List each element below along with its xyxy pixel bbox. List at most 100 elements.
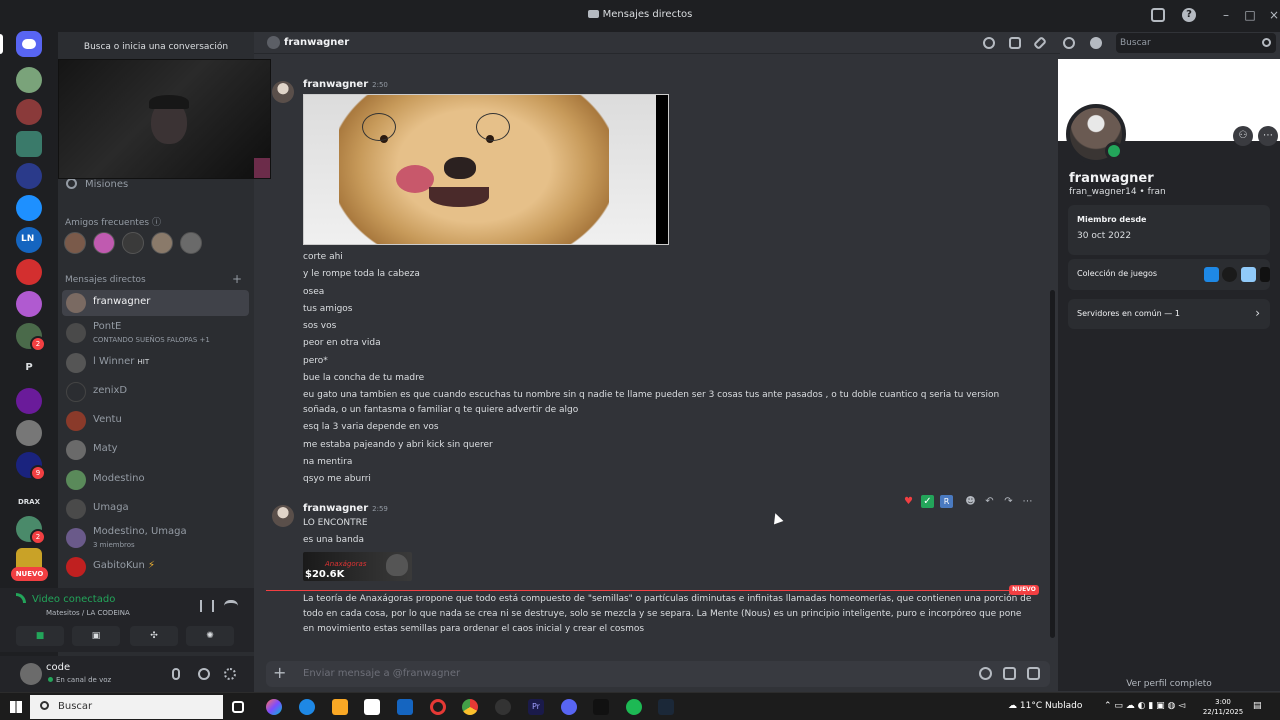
author-name[interactable]: franwagner [303, 503, 368, 514]
frequent-friend-avatar[interactable] [93, 232, 115, 254]
maximize-button[interactable]: □ [1242, 8, 1258, 22]
copilot-icon[interactable] [266, 699, 282, 715]
gift-icon[interactable] [1027, 667, 1040, 680]
voice-call-icon[interactable] [983, 37, 995, 49]
premiere-icon[interactable]: Pr [528, 699, 544, 715]
server-icon[interactable] [16, 259, 42, 285]
server-icon[interactable] [16, 420, 42, 446]
edge-icon[interactable] [299, 699, 315, 715]
screen-share-button[interactable]: ▣ [72, 626, 120, 646]
dm-item-zenixd[interactable]: zenixD [62, 379, 249, 405]
spotify-icon[interactable] [626, 699, 642, 715]
disconnect-icon[interactable] [224, 600, 238, 612]
forward-icon[interactable]: ↷ [1002, 495, 1015, 508]
discord-taskbar-icon[interactable] [561, 699, 577, 715]
new-servers-badge[interactable]: NUEVO [11, 567, 48, 581]
user-name[interactable]: code [46, 662, 70, 673]
mutual-servers-card[interactable]: Servidores en común — 1 › [1068, 299, 1270, 329]
voice-channel[interactable]: Matesitos / LA CODEINA [46, 609, 130, 617]
frequent-friend-avatar[interactable] [180, 232, 202, 254]
dm-item-winner[interactable]: l Winner HIT [62, 350, 249, 376]
profile-toggle-icon[interactable] [1090, 37, 1102, 49]
author-avatar[interactable] [272, 505, 294, 527]
terminal-icon[interactable] [593, 699, 609, 715]
dm-item-group[interactable]: Modestino, Umaga 3 miembros [62, 525, 249, 551]
server-icon[interactable]: 9 [16, 452, 46, 481]
game-icon[interactable] [1241, 267, 1256, 282]
chat-search-input[interactable]: Buscar [1116, 33, 1276, 53]
dm-search-button[interactable]: Busca o inicia una conversación [58, 36, 254, 58]
server-icon[interactable]: LN [16, 227, 42, 253]
taskbar-clock[interactable]: 3:00 22/11/2025 [1201, 697, 1245, 717]
server-icon[interactable] [16, 99, 42, 125]
profile-more-icon[interactable]: ⋯ [1258, 126, 1278, 146]
dm-item-franwagner[interactable]: franwagner [62, 290, 249, 316]
author-avatar[interactable] [272, 81, 294, 103]
discord-home-icon[interactable] [16, 31, 42, 57]
r-reaction-icon[interactable]: R [940, 495, 953, 508]
activities-button[interactable]: ✣ [130, 626, 178, 646]
dm-item-ponte[interactable]: PontE CONTANDO SUEÑOS FALOPAS +1 [62, 320, 249, 346]
close-button[interactable]: × [1266, 8, 1280, 22]
microphone-icon[interactable] [172, 668, 180, 680]
dm-item-gabitokun[interactable]: GabitoKun ⚡ [62, 554, 249, 580]
minimize-button[interactable]: – [1218, 8, 1234, 22]
author-name[interactable]: franwagner [303, 79, 368, 90]
profile-avatar[interactable] [1066, 104, 1126, 164]
server-icon[interactable] [16, 67, 42, 93]
add-friend-icon[interactable]: ⚇ [1233, 126, 1253, 146]
reply-icon[interactable]: ↶ [983, 495, 996, 508]
taskbar-search[interactable]: Buscar [30, 695, 223, 719]
add-friends-icon[interactable] [1063, 37, 1075, 49]
opera-icon[interactable] [430, 699, 446, 715]
server-icon[interactable] [16, 388, 42, 414]
chrome-icon[interactable] [462, 699, 478, 715]
frequent-friend-avatar[interactable] [64, 232, 86, 254]
noise-suppression-icon[interactable] [200, 600, 214, 612]
attach-plus-icon[interactable]: + [273, 663, 286, 682]
task-view-icon[interactable] [232, 701, 244, 713]
dm-item-modestino[interactable]: Modestino [62, 467, 249, 493]
steam-icon[interactable] [658, 699, 674, 715]
tray-icons[interactable]: ⌃ ▭ ☁ ◐ ▮ ▣ ◍ ◅ [1104, 701, 1185, 711]
camera-button[interactable]: ■ [16, 626, 64, 646]
server-icon[interactable] [16, 163, 42, 189]
video-preview[interactable] [58, 59, 271, 179]
pinned-messages-icon[interactable] [1032, 35, 1048, 51]
server-icon[interactable] [16, 195, 42, 221]
game-collection-card[interactable]: Colección de juegos [1068, 259, 1270, 290]
settings-gear-icon[interactable] [224, 668, 236, 680]
server-folder-p[interactable]: P [16, 362, 42, 373]
frequent-friend-avatar[interactable] [122, 232, 144, 254]
server-icon[interactable]: 2 [16, 323, 46, 352]
weather-widget[interactable]: ☁ 11°C Nublado [1008, 701, 1082, 711]
view-full-profile-link[interactable]: Ver perfil completo [1058, 679, 1280, 689]
soundboard-button[interactable]: ✺ [186, 626, 234, 646]
message-composer[interactable]: + Enviar mensaje a @franwagner [266, 661, 1050, 687]
windows-start-icon[interactable] [10, 701, 22, 713]
heart-reaction-icon[interactable]: ♥ [902, 495, 915, 508]
apps-icon[interactable] [1003, 667, 1016, 680]
game-icon[interactable] [1204, 267, 1219, 282]
missions-item[interactable]: Misiones [66, 178, 128, 190]
chat-scrollbar[interactable] [1050, 290, 1055, 638]
recipient-name[interactable]: franwagner [284, 37, 349, 48]
file-explorer-icon[interactable] [332, 699, 348, 715]
dm-item-umaga[interactable]: Umaga [62, 496, 249, 522]
server-drax[interactable]: DRAX [16, 498, 42, 506]
server-icon[interactable] [16, 131, 42, 157]
emoji-icon[interactable] [979, 667, 992, 680]
inbox-icon[interactable] [1151, 8, 1165, 22]
outlook-icon[interactable] [397, 699, 413, 715]
check-reaction-icon[interactable]: ✓ [921, 495, 934, 508]
server-icon[interactable] [16, 291, 42, 317]
notifications-icon[interactable]: ▤ [1253, 701, 1262, 711]
help-icon[interactable]: ? [1182, 8, 1196, 22]
server-icon[interactable]: 2 [16, 516, 46, 545]
video-call-icon[interactable] [1009, 37, 1021, 49]
store-icon[interactable] [364, 699, 380, 715]
create-dm-button[interactable]: + [232, 272, 242, 286]
headphones-icon[interactable] [198, 668, 210, 680]
frequent-friend-avatar[interactable] [151, 232, 173, 254]
dm-item-ventu[interactable]: Ventu [62, 408, 249, 434]
